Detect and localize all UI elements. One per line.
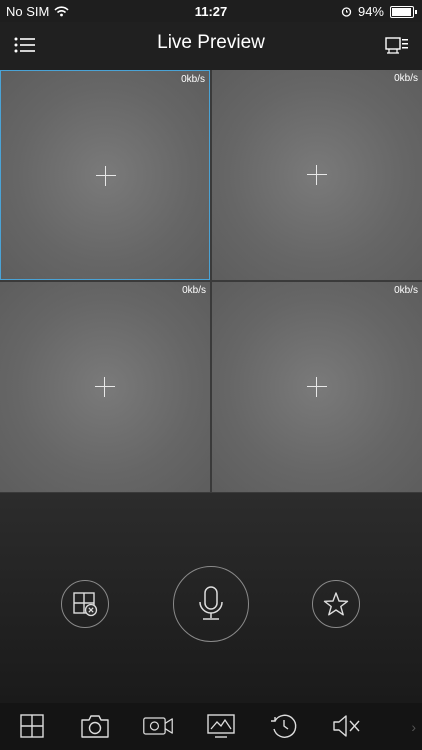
favorite-button[interactable] <box>312 580 360 628</box>
record-icon <box>143 717 173 735</box>
bitrate-label: 0kb/s <box>394 73 418 84</box>
video-grid: 0kb/s 0kb/s 0kb/s 0kb/s <box>0 70 422 493</box>
status-bar: No SIM 11:27 94% <box>0 0 422 22</box>
control-panel <box>0 493 422 703</box>
close-window-icon <box>73 592 98 617</box>
split-screen-icon <box>20 714 44 738</box>
video-channel-2[interactable]: 0kb/s <box>212 70 422 280</box>
mute-button[interactable] <box>331 711 363 741</box>
image-quality-button[interactable] <box>205 711 237 741</box>
video-channel-3[interactable]: 0kb/s <box>0 282 210 492</box>
split-screen-button[interactable] <box>16 711 48 741</box>
image-quality-icon <box>207 714 235 738</box>
status-right: 94% <box>341 4 417 19</box>
bottom-toolbar: › <box>0 703 422 750</box>
bitrate-label: 0kb/s <box>394 285 418 296</box>
playback-icon <box>271 714 297 738</box>
video-channel-4[interactable]: 0kb/s <box>212 282 422 492</box>
snapshot-button[interactable] <box>79 711 111 741</box>
add-channel-icon[interactable] <box>307 377 327 397</box>
more-chevron-icon[interactable]: › <box>411 719 416 735</box>
page-title: Live Preview <box>157 32 265 53</box>
battery-icon <box>390 5 417 18</box>
battery-percent: 94% <box>357 4 384 19</box>
add-channel-icon[interactable] <box>95 377 115 397</box>
nav-bar: Live Preview <box>0 22 422 70</box>
microphone-icon <box>199 586 223 620</box>
device-list-icon[interactable] <box>384 32 410 58</box>
add-channel-icon[interactable] <box>307 165 327 185</box>
close-window-button[interactable] <box>61 580 109 628</box>
star-icon <box>323 592 349 616</box>
video-channel-1[interactable]: 0kb/s <box>0 70 210 280</box>
bitrate-label: 0kb/s <box>181 74 205 85</box>
snapshot-icon <box>81 715 109 738</box>
mute-icon <box>333 715 360 737</box>
alarm-icon <box>341 7 352 17</box>
playback-button[interactable] <box>268 711 300 741</box>
add-channel-icon[interactable] <box>96 166 116 186</box>
record-button[interactable] <box>142 711 174 741</box>
talk-button[interactable] <box>173 566 249 642</box>
bitrate-label: 0kb/s <box>182 285 206 296</box>
